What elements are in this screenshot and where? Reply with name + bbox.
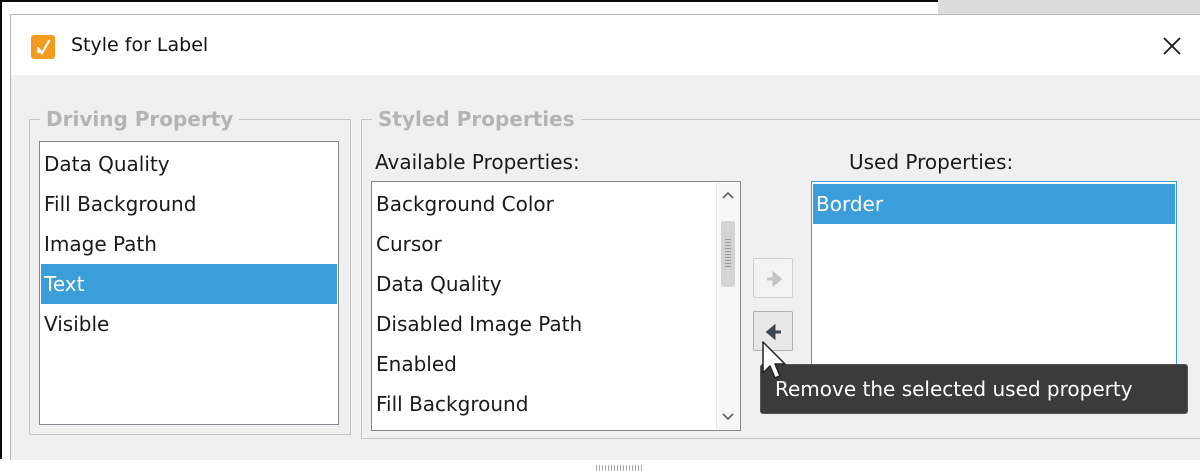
driving-item[interactable]: Image Path <box>41 224 337 264</box>
remove-tooltip: Remove the selected used property <box>760 364 1188 414</box>
mouse-pointer-icon <box>762 341 786 379</box>
window-title: Style for Label <box>71 34 209 56</box>
title-bar[interactable]: Style for Label <box>11 15 1200 75</box>
close-icon <box>1163 37 1181 55</box>
available-properties-label: Available Properties: <box>375 150 580 174</box>
available-item[interactable]: Disabled Image Path <box>373 304 739 344</box>
scroll-thumb[interactable] <box>721 221 735 287</box>
driving-item[interactable]: Visible <box>41 304 337 344</box>
driving-item[interactable]: Fill Background <box>41 184 337 224</box>
used-item-selected[interactable]: Border <box>813 184 1175 224</box>
scroll-up-icon[interactable] <box>717 185 739 207</box>
available-scrollbar[interactable] <box>716 183 739 429</box>
scroll-down-icon[interactable] <box>717 405 739 427</box>
available-item[interactable]: Background Color <box>373 184 739 224</box>
close-button[interactable] <box>1157 31 1187 61</box>
available-item[interactable]: Data Quality <box>373 264 739 304</box>
driving-property-list[interactable]: Data Quality Fill Background Image Path … <box>39 141 339 425</box>
driving-property-legend: Driving Property <box>40 107 240 131</box>
driving-item-selected[interactable]: Text <box>41 264 337 304</box>
resize-grip-icon[interactable] <box>596 465 642 471</box>
grip-icon <box>725 239 731 269</box>
available-item[interactable]: Cursor <box>373 224 739 264</box>
brush-icon <box>31 35 55 59</box>
driving-item[interactable]: Data Quality <box>41 144 337 184</box>
available-item[interactable]: Enabled <box>373 344 739 384</box>
available-item[interactable]: Fill Background <box>373 384 739 424</box>
add-property-button[interactable] <box>753 258 793 298</box>
used-properties-label: Used Properties: <box>849 150 1014 174</box>
arrow-right-icon <box>767 270 783 288</box>
background-window-strip <box>938 0 1200 14</box>
available-properties-list[interactable]: Background Color Cursor Data Quality Dis… <box>371 181 741 431</box>
styled-properties-legend: Styled Properties <box>372 107 581 131</box>
